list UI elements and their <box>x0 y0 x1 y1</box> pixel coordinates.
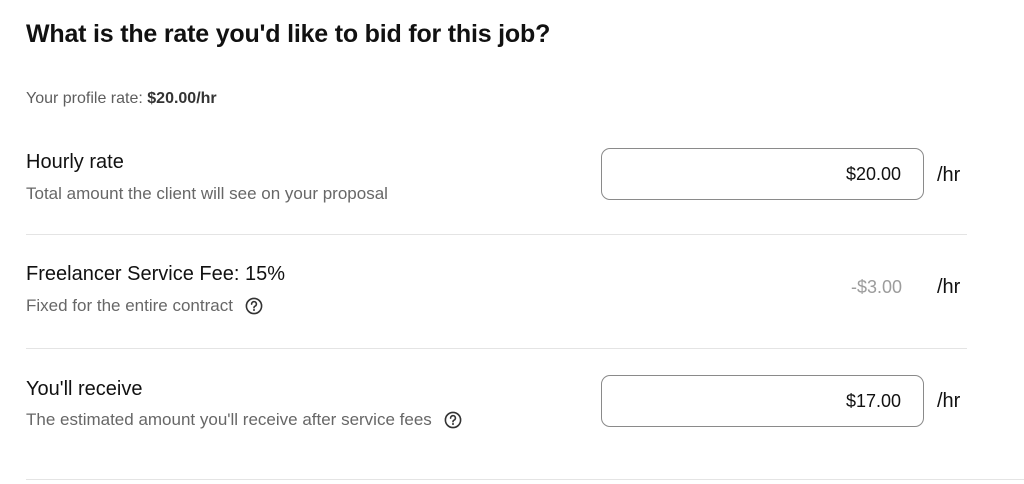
divider <box>26 234 967 235</box>
hourly-rate-unit: /hr <box>937 164 961 186</box>
hourly-rate-description: Total amount the client will see on your… <box>26 184 388 204</box>
profile-rate-value: $20.00/hr <box>147 90 217 107</box>
service-fee-label: Freelancer Service Fee: 15% <box>26 263 286 285</box>
service-fee-description-text: Fixed for the entire contract <box>26 296 233 315</box>
service-fee-unit: /hr <box>937 276 961 298</box>
divider <box>26 348 967 349</box>
profile-rate-label: Your profile rate: <box>26 90 143 107</box>
hourly-rate-label: Hourly rate <box>26 151 124 173</box>
profile-rate: Your profile rate: $20.00/hr <box>26 90 217 108</box>
hourly-rate-input[interactable] <box>601 148 924 200</box>
receive-description: The estimated amount you'll receive afte… <box>26 410 462 430</box>
bid-rate-section: What is the rate you'd like to bid for t… <box>0 0 1024 484</box>
receive-input[interactable] <box>601 375 924 427</box>
question-circle-icon[interactable] <box>245 297 263 315</box>
receive-unit: /hr <box>937 390 961 412</box>
service-fee-description: Fixed for the entire contract <box>26 296 263 316</box>
divider <box>26 479 1024 480</box>
receive-description-text: The estimated amount you'll receive afte… <box>26 410 432 429</box>
page-title: What is the rate you'd like to bid for t… <box>26 20 551 48</box>
receive-label: You'll receive <box>26 378 143 400</box>
hourly-rate-description-text: Total amount the client will see on your… <box>26 184 388 203</box>
question-circle-icon[interactable] <box>444 411 462 429</box>
service-fee-amount: -$3.00 <box>850 277 902 297</box>
